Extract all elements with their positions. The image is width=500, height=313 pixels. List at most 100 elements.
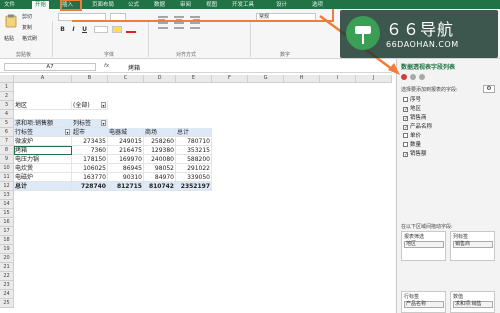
select-all-corner[interactable]	[0, 75, 14, 83]
tab-home[interactable]: 开始	[32, 1, 50, 9]
pivot-value-cell[interactable]: 273435	[72, 137, 108, 146]
checkbox-checked-icon[interactable]: ✓	[403, 152, 408, 158]
column-header-g[interactable]: G	[248, 75, 284, 83]
chevron-down-icon[interactable]: ▾	[101, 102, 106, 108]
bold-button[interactable]: B	[58, 25, 67, 34]
maximize-icon[interactable]	[419, 74, 425, 80]
row-header[interactable]: 14	[0, 200, 14, 209]
pivot-value-cell[interactable]: 106025	[72, 164, 108, 173]
values-area[interactable]: 数值 求和项:销售	[450, 291, 495, 313]
field-item[interactable]: ✓ 销售商	[403, 113, 427, 122]
gear-icon[interactable]: ⚙	[483, 85, 495, 93]
row-header[interactable]: 5	[0, 119, 14, 128]
field-item[interactable]: ✓ 销售额	[403, 149, 427, 158]
row-header[interactable]: 9	[0, 155, 14, 164]
field-item[interactable]: ✓ 产品名称	[403, 122, 432, 131]
name-box[interactable]: A7	[4, 63, 96, 71]
pivot-total-cell[interactable]: 588200	[176, 155, 212, 164]
checkbox-icon[interactable]	[403, 97, 408, 102]
row-header[interactable]: 23	[0, 281, 14, 290]
border-button[interactable]	[94, 26, 108, 33]
pivot-header-cell[interactable]: 商场	[144, 128, 176, 137]
column-header-b[interactable]: B	[72, 75, 108, 83]
row-header[interactable]: 4	[0, 110, 14, 119]
filter-dropdown[interactable]: (全部) ▾	[72, 101, 108, 110]
pivot-value-cell[interactable]: 84970	[144, 173, 176, 182]
column-header-a[interactable]: A	[14, 75, 72, 83]
pivot-value-field[interactable]: 求和项:销售额	[14, 119, 72, 128]
italic-button[interactable]: I	[69, 25, 78, 34]
pivot-value-cell[interactable]: 169970	[108, 155, 144, 164]
pivot-value-cell[interactable]: 163770	[72, 173, 108, 182]
pivot-value-cell[interactable]: 129380	[144, 146, 176, 155]
underline-button[interactable]: U	[80, 25, 89, 34]
checkbox-checked-icon[interactable]: ✓	[403, 125, 408, 131]
column-header-e[interactable]: E	[176, 75, 212, 83]
fill-color-button[interactable]	[112, 26, 122, 33]
field-item[interactable]: 单价	[403, 131, 421, 139]
field-item[interactable]: ✓ 地区	[403, 104, 421, 113]
pivot-total-cell[interactable]: 291022	[176, 164, 212, 173]
field-item[interactable]: 序号	[403, 95, 421, 103]
column-header-c[interactable]: C	[108, 75, 144, 83]
pivot-grand-total-cell[interactable]: 2352197	[176, 182, 212, 191]
pivot-value-cell[interactable]: 216475	[108, 146, 144, 155]
pivot-row-name[interactable]: 电压力锅	[14, 155, 72, 164]
row-header[interactable]: 24	[0, 290, 14, 299]
row-header[interactable]: 25	[0, 299, 14, 308]
row-header[interactable]: 8	[0, 146, 14, 155]
row-header[interactable]: 19	[0, 245, 14, 254]
tab-file[interactable]: 文件	[4, 1, 15, 9]
columns-area[interactable]: 列标签 销售商	[450, 231, 495, 261]
field-item[interactable]: 数量	[403, 140, 421, 148]
worksheet-grid[interactable]: A B C D E F G H I J 1 2 3 4 5 6 7 8 9 10 11 12 13 14 1…	[0, 75, 392, 313]
tab-view[interactable]: 视图	[206, 1, 217, 9]
filter-label[interactable]: 地区	[14, 101, 72, 110]
paste-button[interactable]	[3, 13, 17, 35]
pivot-header-cell[interactable]: 超市	[72, 128, 108, 137]
row-header[interactable]: 15	[0, 209, 14, 218]
tab-developer[interactable]: 开发工具	[232, 1, 254, 9]
pivot-row-name[interactable]: 电炊煲	[14, 164, 72, 173]
pivot-total-cell[interactable]: 780710	[176, 137, 212, 146]
row-header[interactable]: 3	[0, 101, 14, 110]
pivot-grand-total-cell[interactable]: 810742	[144, 182, 176, 191]
row-header[interactable]: 10	[0, 164, 14, 173]
row-header[interactable]: 1	[0, 83, 14, 92]
chevron-down-icon[interactable]: ▾	[65, 129, 70, 135]
pivot-value-cell[interactable]: 90310	[108, 173, 144, 182]
tab-review[interactable]: 审阅	[180, 1, 191, 9]
row-header[interactable]: 20	[0, 254, 14, 263]
pivot-row-name[interactable]: 电磁炉	[14, 173, 72, 182]
pivot-value-cell[interactable]: 98052	[144, 164, 176, 173]
row-header[interactable]: 22	[0, 272, 14, 281]
pivot-grand-total-cell[interactable]: 812715	[108, 182, 144, 191]
tab-options[interactable]: 选项	[312, 1, 323, 9]
pivot-total-cell[interactable]: 353215	[176, 146, 212, 155]
cut-button[interactable]: 剪切	[22, 13, 32, 20]
row-header[interactable]: 7	[0, 137, 14, 146]
row-header[interactable]: 18	[0, 236, 14, 245]
row-header[interactable]: 16	[0, 218, 14, 227]
rows-area-chip[interactable]: 产品名称	[404, 301, 444, 308]
pivot-header-cell[interactable]: 总计	[176, 128, 212, 137]
row-header[interactable]: 13	[0, 191, 14, 200]
pivot-column-label[interactable]: 列标签 ▾	[72, 119, 108, 128]
column-header-f[interactable]: F	[212, 75, 248, 83]
checkbox-icon[interactable]	[403, 142, 408, 147]
pivot-row-name[interactable]: 烤箱	[14, 146, 72, 155]
pivot-row-name[interactable]: 微波炉	[14, 137, 72, 146]
fx-icon[interactable]: fx	[104, 63, 109, 69]
pivot-value-cell[interactable]: 258260	[144, 137, 176, 146]
tab-data[interactable]: 数据	[154, 1, 165, 9]
column-header-h[interactable]: H	[284, 75, 320, 83]
pivot-header-cell[interactable]: 电器城	[108, 128, 144, 137]
row-header[interactable]: 11	[0, 173, 14, 182]
column-header-d[interactable]: D	[144, 75, 176, 83]
font-color-button[interactable]	[126, 26, 136, 33]
pivot-value-cell[interactable]: 249015	[108, 137, 144, 146]
pivot-total-cell[interactable]: 339050	[176, 173, 212, 182]
pivot-value-cell[interactable]: 86945	[108, 164, 144, 173]
row-header[interactable]: 17	[0, 227, 14, 236]
pivot-grand-total-cell[interactable]: 728740	[72, 182, 108, 191]
